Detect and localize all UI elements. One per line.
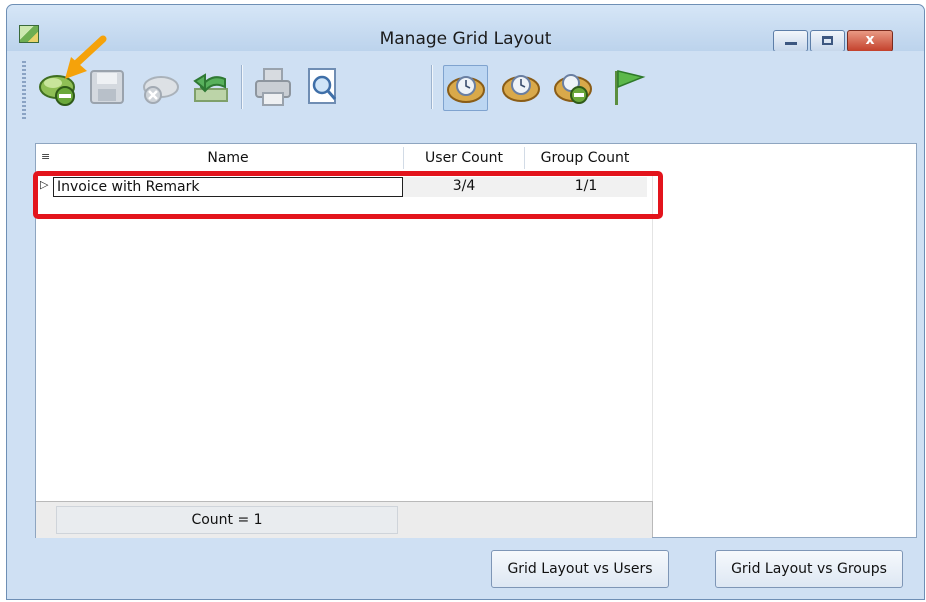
toolbar-separator-2 (431, 65, 433, 109)
row-count: Count = 1 (56, 506, 398, 534)
grid-layout-vs-groups-button[interactable]: Grid Layout vs Groups (715, 550, 903, 588)
grid-layout-vs-users-button[interactable]: Grid Layout vs Users (491, 550, 669, 588)
undo-icon (193, 73, 228, 102)
red-highlight-annotation (33, 171, 663, 219)
table-header: ≡ Name User Count Group Count (36, 144, 652, 172)
column-header-name[interactable]: Name (53, 150, 403, 166)
print-preview-button[interactable] (301, 65, 345, 109)
minimize-icon (785, 42, 797, 45)
manage-grid-layout-window: Manage Grid Layout x ≡ Name User Count G… (6, 4, 925, 600)
title-bar: Manage Grid Layout x (7, 5, 924, 52)
layout-clock-remove-icon (554, 74, 592, 104)
delete-button[interactable] (137, 65, 181, 109)
layout-clock-button[interactable] (443, 65, 488, 111)
print-preview-icon (308, 68, 337, 104)
minimize-button[interactable] (773, 30, 808, 52)
table-footer: Count = 1 (36, 501, 652, 538)
close-icon: x (865, 32, 875, 48)
maximize-button[interactable] (810, 30, 845, 52)
flag-icon (615, 70, 646, 105)
print-icon (255, 68, 291, 106)
undo-button[interactable] (189, 65, 233, 109)
toolbar-separator (241, 65, 243, 109)
maximize-icon (822, 36, 833, 45)
print-button[interactable] (251, 65, 295, 109)
close-button[interactable]: x (847, 30, 893, 52)
layout-clock-remove-button[interactable] (551, 65, 595, 109)
column-boundary (652, 172, 653, 501)
column-chooser-icon[interactable]: ≡ (41, 150, 50, 163)
layout-clock-2-button[interactable] (499, 65, 543, 109)
footer-divider (652, 501, 653, 537)
flag-button[interactable] (605, 65, 649, 109)
delete-icon (143, 76, 179, 104)
orange-arrow-annotation (65, 35, 107, 79)
column-header-group-count[interactable]: Group Count (525, 150, 645, 166)
column-header-user-count[interactable]: User Count (404, 150, 524, 166)
layout-clock-icon (447, 76, 485, 103)
toolbar-grip[interactable] (22, 61, 26, 119)
layout-clock-2-icon (502, 75, 540, 102)
toolbar (7, 35, 924, 139)
